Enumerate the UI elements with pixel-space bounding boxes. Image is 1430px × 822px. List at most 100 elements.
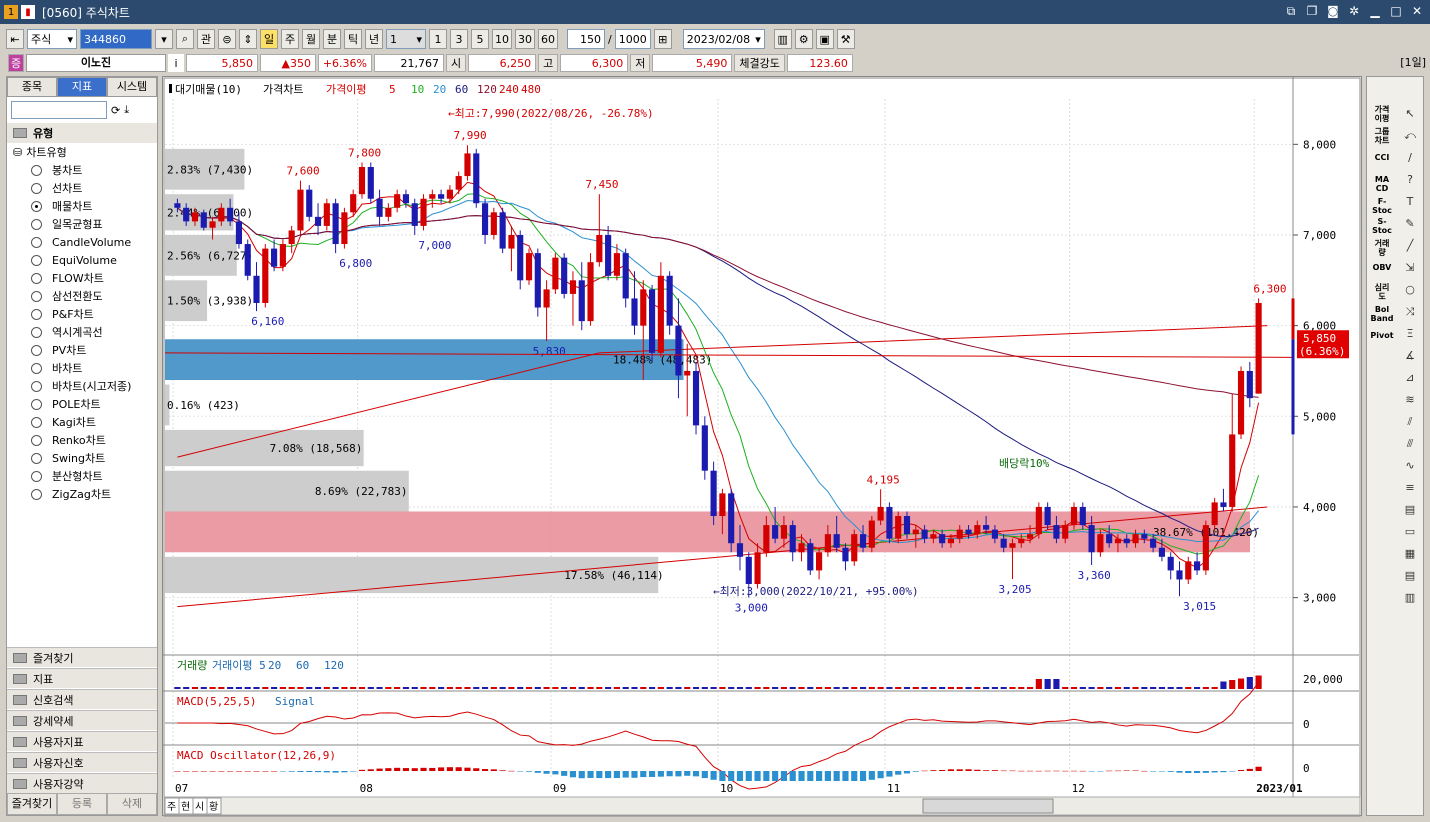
chart-type-item[interactable]: FLOW차트 xyxy=(7,269,157,287)
radio-icon[interactable] xyxy=(31,416,42,428)
indicator-shortcut[interactable]: Bol Band xyxy=(1369,305,1395,323)
drawing-tool-icon[interactable]: ✎ xyxy=(1401,217,1419,231)
indicator-shortcut[interactable]: 거래 량 xyxy=(1369,239,1395,257)
drawing-tool-icon[interactable]: ⫻ xyxy=(1401,437,1419,451)
download-icon[interactable]: ⤓ xyxy=(124,103,129,117)
radio-icon[interactable] xyxy=(31,290,42,302)
menu-user-strength[interactable]: 사용자강약 xyxy=(7,773,157,793)
radio-icon[interactable] xyxy=(31,326,42,338)
radio-icon[interactable] xyxy=(31,218,42,230)
first-icon[interactable]: ⇤ xyxy=(6,29,24,49)
drawing-tool-icon[interactable]: ≋ xyxy=(1401,393,1419,407)
kwan-button[interactable]: 관 xyxy=(197,29,215,49)
radio-icon[interactable] xyxy=(31,344,42,356)
copy-icon[interactable]: ❐ xyxy=(1305,3,1319,19)
indicator-shortcut[interactable]: CCI xyxy=(1369,153,1395,162)
quick-30-button[interactable]: 30 xyxy=(515,29,535,49)
chart-type-item[interactable]: CandleVolume xyxy=(7,233,157,251)
drawing-tool-icon[interactable]: ⇲ xyxy=(1401,261,1419,275)
maximize-button[interactable]: □ xyxy=(1389,3,1403,19)
info-icon[interactable]: i xyxy=(168,54,184,72)
menu-indicator[interactable]: 지표 xyxy=(7,668,157,688)
chart-type-item[interactable]: 역시계곡선 xyxy=(7,323,157,341)
chart-type-item[interactable]: 바차트(시고저종) xyxy=(7,377,157,395)
radio-icon[interactable] xyxy=(31,200,42,212)
quick-1-button[interactable]: 1 xyxy=(429,29,447,49)
chart-type-item[interactable]: 바차트 xyxy=(7,359,157,377)
drawing-tool-icon[interactable]: ∕ xyxy=(1401,151,1419,165)
radio-icon[interactable] xyxy=(31,182,42,194)
drawing-tool-icon[interactable]: ○ xyxy=(1401,283,1419,297)
radio-icon[interactable] xyxy=(31,362,42,374)
date-select[interactable]: 2023/02/08 ▾ xyxy=(682,29,765,49)
bottom-tab-favorites[interactable]: 즐겨찾기 xyxy=(7,793,57,815)
drawing-tool-icon[interactable]: ≡ xyxy=(1401,481,1419,495)
chart-type-item[interactable]: PV차트 xyxy=(7,341,157,359)
close-button[interactable]: ✕ xyxy=(1410,3,1424,19)
drawing-tool-icon[interactable]: ∡ xyxy=(1401,349,1419,363)
indicator-shortcut[interactable]: MA CD xyxy=(1369,175,1395,193)
radio-icon[interactable] xyxy=(31,164,42,176)
total-input[interactable]: 1000 xyxy=(614,29,651,49)
chart-type-item[interactable]: P&F차트 xyxy=(7,305,157,323)
radio-icon[interactable] xyxy=(31,434,42,446)
chart-type-item[interactable]: 삼선전환도 xyxy=(7,287,157,305)
period-tick-button[interactable]: 틱 xyxy=(344,29,362,49)
indicator-shortcut[interactable]: S- Stoc xyxy=(1369,217,1395,235)
menu-favorites[interactable]: 즐겨찾기 xyxy=(7,647,157,667)
code-dropdown-icon[interactable]: ▾ xyxy=(155,29,173,49)
drawing-tool-icon[interactable]: Ξ xyxy=(1401,327,1419,341)
drawing-tool-icon[interactable]: ∿ xyxy=(1401,459,1419,473)
drawing-tool-icon[interactable]: ⫽ xyxy=(1401,415,1419,429)
menu-user-signal[interactable]: 사용자신호 xyxy=(7,752,157,772)
radio-icon[interactable] xyxy=(31,272,42,284)
chart-type-item[interactable]: 선차트 xyxy=(7,179,157,197)
chart-icon[interactable]: ▥ xyxy=(773,29,792,49)
save-icon[interactable]: ▣ xyxy=(815,29,834,49)
tab-system[interactable]: 시스템 xyxy=(107,77,157,97)
radio-icon[interactable] xyxy=(31,254,42,266)
drawing-tool-icon[interactable]: ▤ xyxy=(1401,503,1419,517)
drawing-tool-icon[interactable]: ⤨ xyxy=(1401,305,1419,319)
drawing-tool-icon[interactable]: T xyxy=(1401,195,1419,209)
chart-type-item[interactable]: Renko차트 xyxy=(7,431,157,449)
drawing-tool-icon[interactable]: ↖ xyxy=(1401,107,1419,121)
quick-5-button[interactable]: 5 xyxy=(471,29,489,49)
minimize-button[interactable]: ▁ xyxy=(1368,3,1382,19)
indicator-search-input[interactable] xyxy=(11,101,107,119)
quick-3-button[interactable]: 3 xyxy=(450,29,468,49)
menu-strength[interactable]: 강세약세 xyxy=(7,710,157,730)
interval-select[interactable]: 1 ▾ xyxy=(386,29,426,49)
market-select[interactable]: 주식 ▾ xyxy=(27,29,77,49)
chart-type-item[interactable]: EquiVolume xyxy=(7,251,157,269)
indicator-shortcut[interactable]: 심리 도 xyxy=(1369,283,1395,301)
refresh-icon[interactable]: ⟳ xyxy=(111,104,120,117)
gear-icon[interactable]: ⚙ xyxy=(794,29,813,49)
radio-icon[interactable] xyxy=(31,452,42,464)
radio-icon[interactable] xyxy=(31,308,42,320)
drawing-tool-icon[interactable]: ▤ xyxy=(1401,569,1419,583)
drawing-tool-icon[interactable]: ▦ xyxy=(1401,547,1419,561)
updown-icon[interactable]: ⇕ xyxy=(239,29,257,49)
drawing-tool-icon[interactable]: ╱ xyxy=(1401,239,1419,253)
chart-type-item[interactable]: 매물차트 xyxy=(7,197,157,215)
order-icon[interactable]: ⊜ xyxy=(218,29,236,49)
link-icon[interactable]: ⧉ xyxy=(1284,3,1298,19)
section-type[interactable]: 유형 xyxy=(7,123,157,143)
scroll-thumb[interactable] xyxy=(922,798,1054,814)
indicator-shortcut[interactable]: Pivot xyxy=(1369,331,1395,340)
indicator-shortcut[interactable]: F- Stoc xyxy=(1369,197,1395,215)
drawing-tool-icon[interactable]: ⤺ xyxy=(1401,129,1419,143)
tree-chart-type[interactable]: ⛁ 차트유형 xyxy=(7,143,157,161)
drawing-tool-icon[interactable]: ? xyxy=(1401,173,1419,187)
code-input[interactable]: 344860 xyxy=(80,29,152,49)
period-year-button[interactable]: 년 xyxy=(365,29,383,49)
chart-type-item[interactable]: Swing차트 xyxy=(7,449,157,467)
quick-10-button[interactable]: 10 xyxy=(492,29,512,49)
indicator-shortcut[interactable]: OBV xyxy=(1369,263,1395,272)
period-minute-button[interactable]: 분 xyxy=(323,29,341,49)
radio-icon[interactable] xyxy=(31,470,42,482)
period-week-button[interactable]: 주 xyxy=(281,29,299,49)
period-month-button[interactable]: 월 xyxy=(302,29,320,49)
radio-icon[interactable] xyxy=(31,380,42,392)
